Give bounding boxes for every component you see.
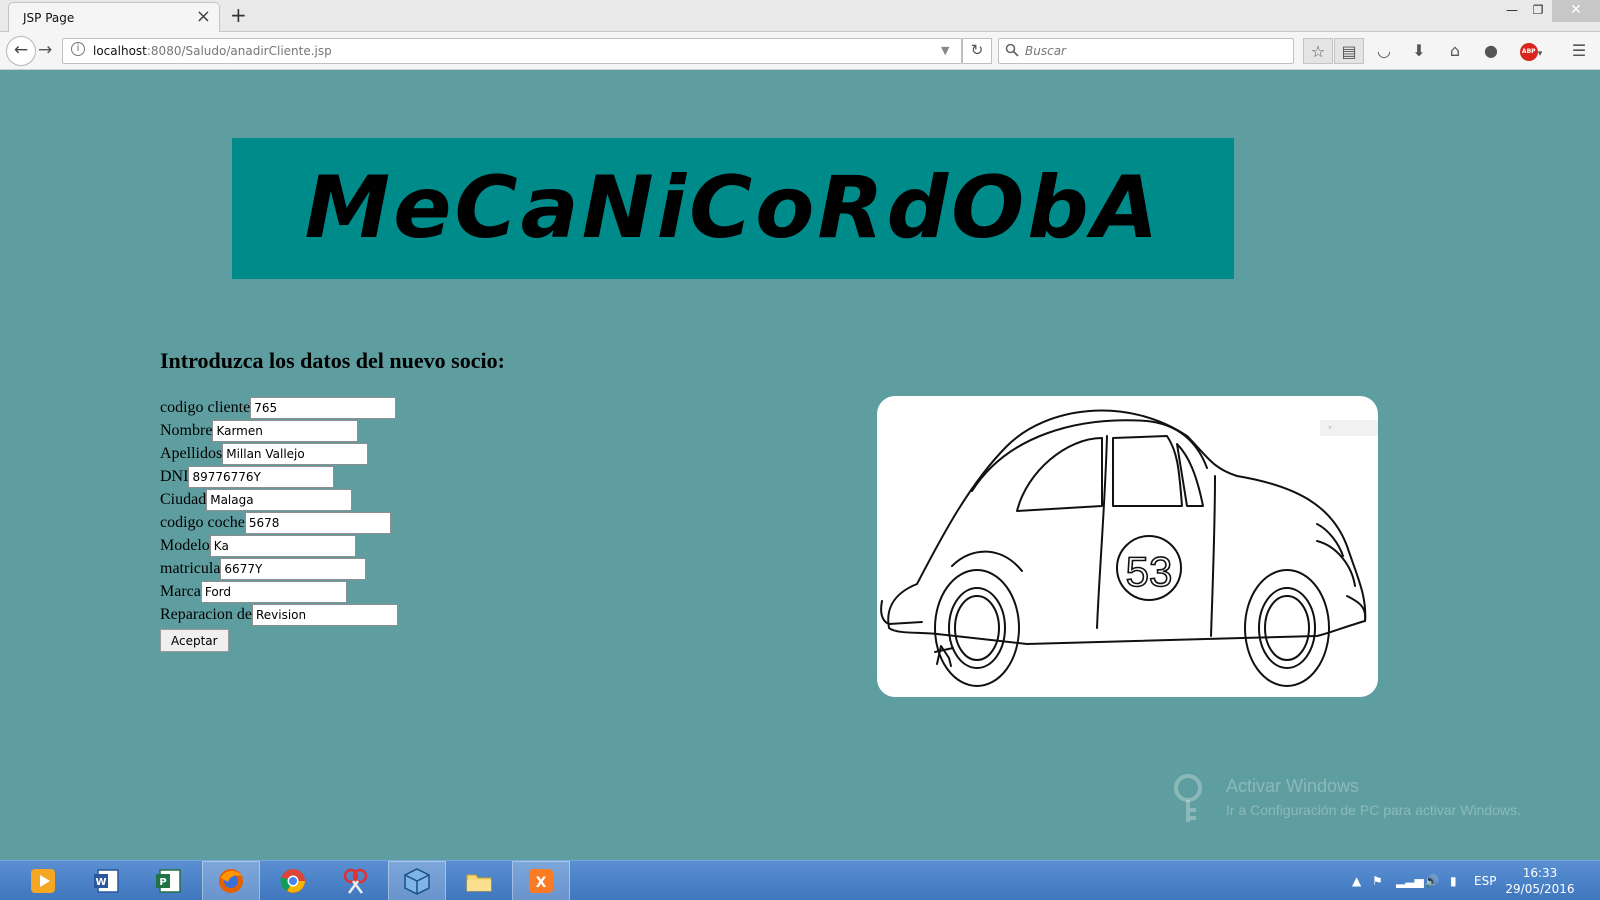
label-codigo-coche: codigo coche xyxy=(160,513,245,531)
field-row-ciudad: Ciudad xyxy=(160,488,398,511)
close-window-icon[interactable]: ✕ xyxy=(1552,0,1600,22)
forward-icon[interactable]: → xyxy=(38,40,52,60)
word-icon[interactable]: W xyxy=(78,861,136,900)
label-dni: DNI xyxy=(160,467,189,485)
site-banner: MeCaNiCoRdObA xyxy=(232,138,1234,279)
taskbar: W P X ▲ ⚑ ▂▃▅ 🔊 ▮ ESP 16:33 29/05/2016 xyxy=(0,860,1600,900)
label-apellidos: Apellidos xyxy=(160,444,223,462)
reading-list-icon[interactable]: ▤ xyxy=(1334,38,1364,64)
search-bar[interactable]: Buscar xyxy=(998,38,1294,64)
home-icon[interactable]: ⌂ xyxy=(1440,38,1470,64)
battery-icon[interactable]: ▮ xyxy=(1450,861,1457,900)
label-codigo-cliente: codigo cliente xyxy=(160,398,251,416)
back-icon[interactable]: ← xyxy=(6,36,36,66)
file-explorer-icon[interactable] xyxy=(450,861,508,900)
field-row-matricula: matricula xyxy=(160,557,398,580)
label-marca: Marca xyxy=(160,582,201,600)
label-ciudad: Ciudad xyxy=(160,490,207,508)
minimize-window-icon[interactable]: — xyxy=(1498,0,1526,22)
input-modelo[interactable] xyxy=(209,534,356,557)
action-center-flag-icon[interactable]: ⚑ xyxy=(1372,861,1383,900)
search-icon xyxy=(1005,43,1019,57)
new-tab-icon[interactable]: + xyxy=(230,4,247,26)
search-placeholder: Buscar xyxy=(1025,44,1066,58)
field-row-codigo-cliente: codigo cliente xyxy=(160,396,398,419)
field-row-dni: DNI xyxy=(160,465,398,488)
browser-nav-bar: ← → i localhost:8080/Saludo/anadirClient… xyxy=(0,32,1600,70)
input-marca[interactable] xyxy=(200,580,347,603)
restore-window-icon[interactable]: ❐ xyxy=(1524,0,1552,22)
activate-subtitle: Ir a Configuración de PC para activar Wi… xyxy=(1226,802,1521,818)
snipping-tool-icon[interactable] xyxy=(326,861,384,900)
input-nombre[interactable] xyxy=(212,419,359,442)
hint-box: × xyxy=(1320,420,1378,436)
input-reparacion[interactable] xyxy=(251,603,398,626)
adblock-plus-icon[interactable]: ABP ▾ xyxy=(1516,38,1546,64)
car-number: 53 xyxy=(1126,548,1173,595)
field-row-apellidos: Apellidos xyxy=(160,442,398,465)
menu-icon[interactable]: ☰ xyxy=(1564,38,1594,64)
network-signal-icon[interactable]: ▂▃▅ xyxy=(1396,861,1424,900)
new-member-form: codigo cliente Nombre Apellidos DNI Ciud… xyxy=(160,396,398,652)
accept-button[interactable]: Aceptar xyxy=(160,629,229,652)
close-tab-icon[interactable]: × xyxy=(196,7,211,27)
bookmark-star-icon[interactable]: ☆ xyxy=(1303,38,1333,64)
car-illustration: 53 × xyxy=(877,396,1378,697)
field-row-reparacion: Reparacion de xyxy=(160,603,398,626)
site-title: MeCaNiCoRdObA xyxy=(304,158,1162,258)
pocket-icon[interactable]: ◡ xyxy=(1369,38,1399,64)
show-hidden-icons-icon[interactable]: ▲ xyxy=(1352,861,1361,900)
tab-title: JSP Page xyxy=(23,11,75,25)
beetle-car-drawing: 53 xyxy=(880,409,1367,687)
field-row-marca: Marca xyxy=(160,580,398,603)
svg-text:W: W xyxy=(95,877,106,888)
key-icon xyxy=(1174,774,1202,822)
url-dropdown-icon[interactable]: ▼ xyxy=(941,44,949,57)
browser-tab-bar: JSP Page × + — ❐ ✕ xyxy=(0,0,1600,32)
volume-icon[interactable]: 🔊 xyxy=(1424,861,1439,900)
form-heading: Introduzca los datos del nuevo socio: xyxy=(160,348,505,373)
chrome-icon[interactable] xyxy=(264,861,322,900)
label-reparacion: Reparacion de xyxy=(160,605,252,623)
svg-text:X: X xyxy=(536,875,547,891)
field-row-codigo-coche: codigo coche xyxy=(160,511,398,534)
media-player-icon[interactable] xyxy=(14,861,72,900)
input-ciudad[interactable] xyxy=(206,488,353,511)
url-text[interactable]: localhost:8080/Saludo/anadirCliente.jsp xyxy=(93,44,332,58)
activate-title: Activar Windows xyxy=(1226,776,1360,796)
input-apellidos[interactable] xyxy=(222,442,369,465)
windows-activation-watermark: Activar Windows Ir a Configuración de PC… xyxy=(1172,772,1521,829)
reload-icon[interactable]: ↻ xyxy=(962,38,992,64)
label-modelo: Modelo xyxy=(160,536,210,554)
address-bar[interactable]: i localhost:8080/Saludo/anadirCliente.js… xyxy=(62,38,962,64)
input-codigo-cliente[interactable] xyxy=(250,396,397,419)
input-codigo-coche[interactable] xyxy=(244,511,391,534)
xampp-icon[interactable]: X xyxy=(512,861,570,900)
clock-date: 29/05/2016 xyxy=(1505,882,1575,896)
input-matricula[interactable] xyxy=(220,557,367,580)
input-dni[interactable] xyxy=(188,465,335,488)
browser-tab[interactable]: JSP Page × xyxy=(8,2,220,32)
chat-icon[interactable]: ● xyxy=(1476,38,1506,64)
label-nombre: Nombre xyxy=(160,421,213,439)
project-icon[interactable]: P xyxy=(140,861,198,900)
info-icon[interactable]: i xyxy=(71,42,85,56)
firefox-icon[interactable] xyxy=(202,861,260,900)
svg-text:P: P xyxy=(159,877,166,888)
system-clock[interactable]: 16:33 29/05/2016 xyxy=(1500,865,1580,897)
field-row-nombre: Nombre xyxy=(160,419,398,442)
language-indicator[interactable]: ESP xyxy=(1474,861,1496,900)
clock-time: 16:33 xyxy=(1522,866,1558,880)
field-row-modelo: Modelo xyxy=(160,534,398,557)
virtualbox-icon[interactable] xyxy=(388,861,446,900)
label-matricula: matricula xyxy=(160,559,221,577)
download-icon[interactable]: ⬇ xyxy=(1404,38,1434,64)
